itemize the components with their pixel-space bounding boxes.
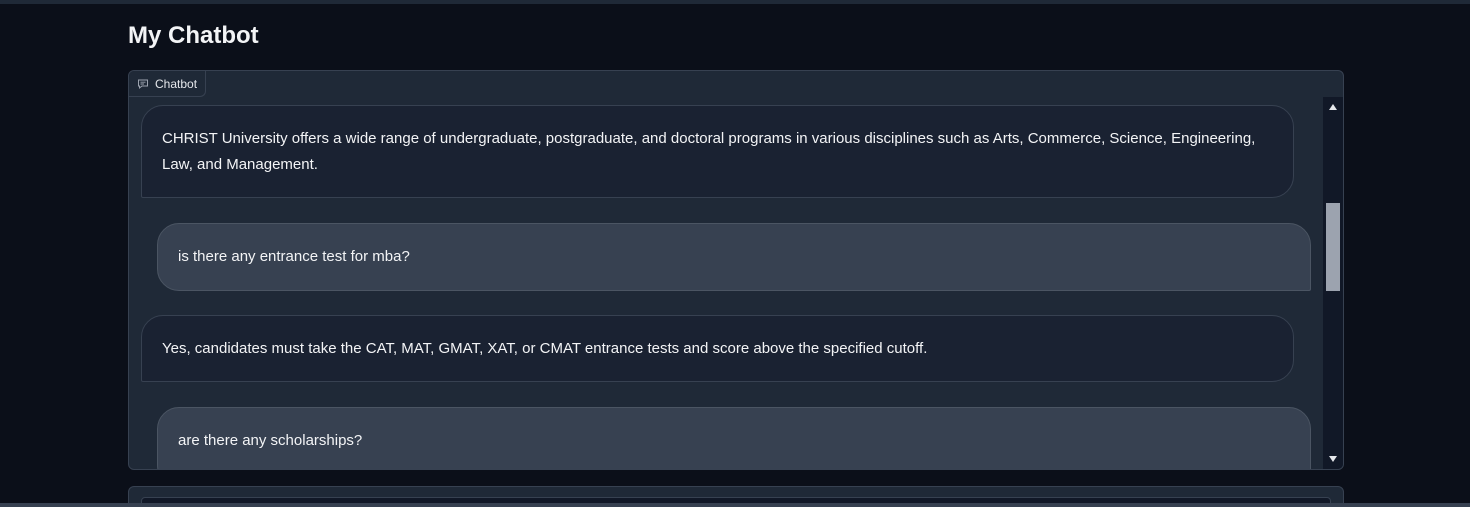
message-line: CHRIST University offers a wide range of… <box>162 130 1256 147</box>
bot-message: CHRIST University offers a wide range of… <box>141 105 1294 198</box>
horizontal-scrollbar[interactable] <box>0 503 1470 507</box>
chatbot-label-text: Chatbot <box>155 76 198 91</box>
scroll-thumb[interactable] <box>1326 203 1340 291</box>
message-list: CHRIST University offers a wide range of… <box>141 105 1311 469</box>
chatbot-panel: Chatbot CHRIST University offers a wide … <box>128 70 1344 470</box>
message-line: are there any scholarships? <box>178 432 363 449</box>
chatbot-label: Chatbot <box>129 71 207 97</box>
top-cut-off-description <box>0 0 1470 4</box>
user-message: are there any scholarships? <box>157 407 1311 469</box>
page: My Chatbot Chatbot CHRIST University off… <box>0 0 1470 507</box>
message-line: is there any entrance test for mba? <box>178 248 410 265</box>
user-message: is there any entrance test for mba? <box>157 223 1311 291</box>
message-line: Yes, candidates must take the CAT, MAT, … <box>162 340 928 357</box>
triangle-up-icon[interactable] <box>1323 99 1343 115</box>
triangle-down-icon[interactable] <box>1323 451 1343 467</box>
chat-scrollbar[interactable] <box>1323 97 1343 469</box>
message-line: Law, and Management. <box>162 156 318 173</box>
chat-bubble-icon <box>137 78 149 90</box>
page-title: My Chatbot <box>128 22 259 49</box>
bot-message: Yes, candidates must take the CAT, MAT, … <box>141 315 1294 382</box>
